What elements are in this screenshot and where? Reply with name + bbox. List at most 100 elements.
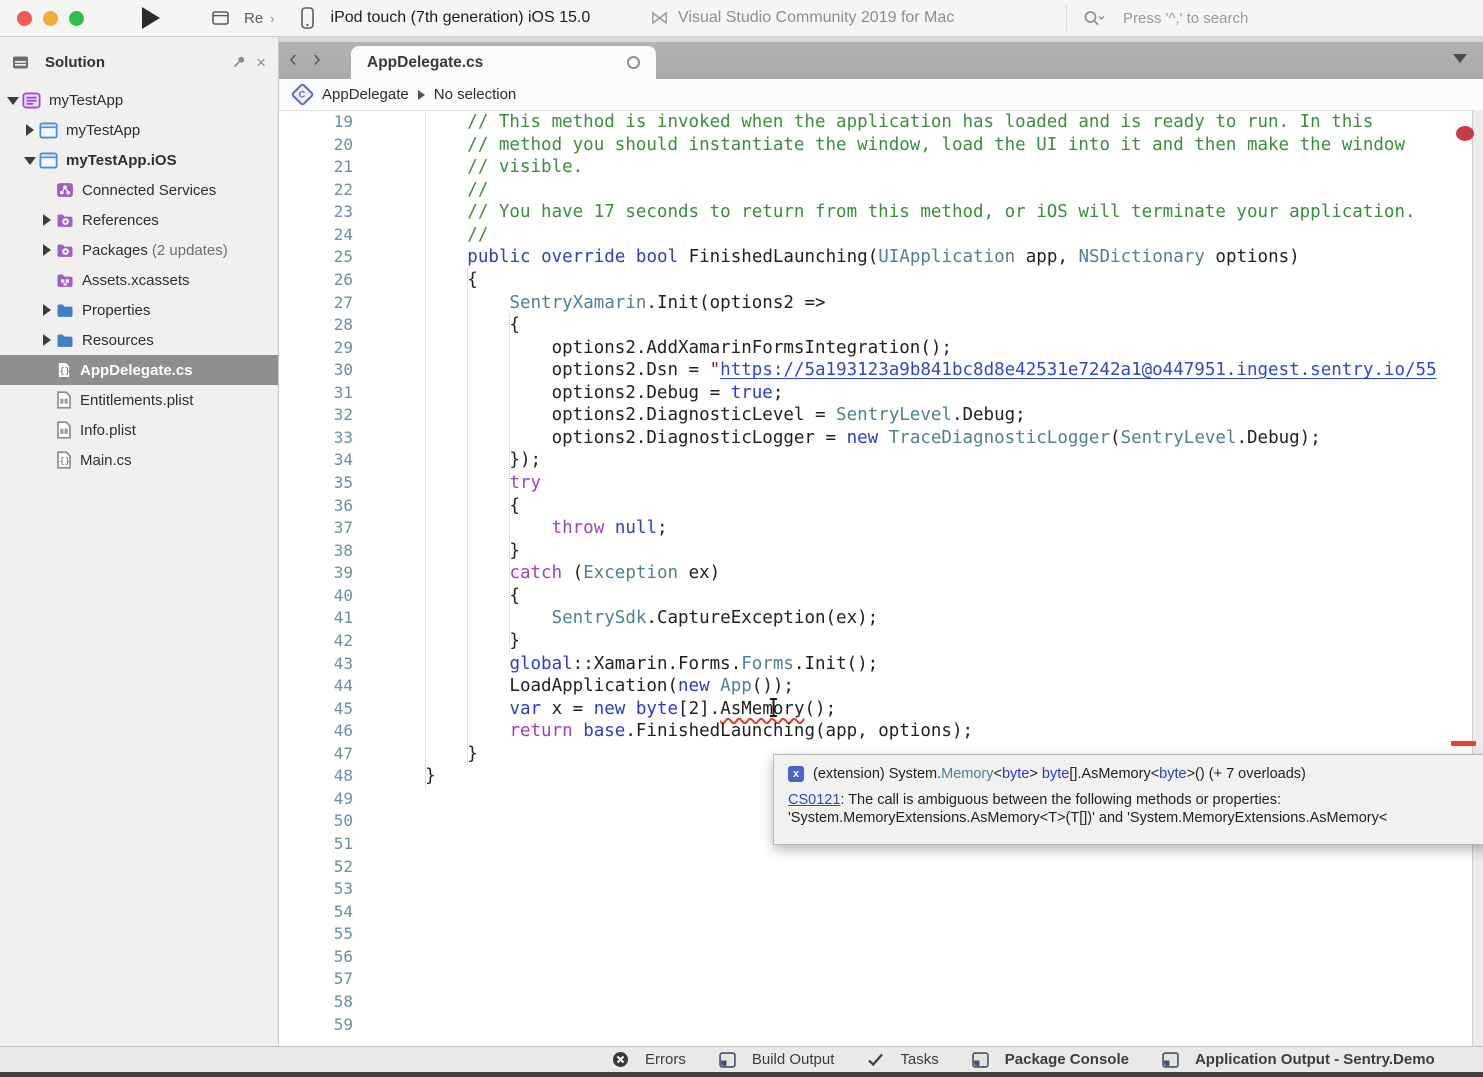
line-number[interactable]: 51: [279, 833, 353, 856]
code-line-41[interactable]: 41 SentrySdk.CaptureException(ex);: [279, 607, 1483, 630]
sidebar-item-properties[interactable]: Properties: [0, 295, 278, 325]
code-line-37[interactable]: 37 throw null;: [279, 517, 1483, 540]
code-line-45[interactable]: 45 var x = new byte[2].AsMemory();: [279, 698, 1483, 721]
line-number[interactable]: 32: [279, 404, 353, 427]
code-line-23[interactable]: 23 // You have 17 seconds to return from…: [279, 201, 1483, 224]
tab-list-dropdown-icon[interactable]: [1453, 54, 1467, 63]
line-number[interactable]: 57: [279, 968, 353, 991]
line-number[interactable]: 53: [279, 878, 353, 901]
breadcrumb-scope[interactable]: AppDelegate: [322, 86, 409, 103]
code-line-28[interactable]: 28 {: [279, 314, 1483, 337]
line-number[interactable]: 42: [279, 630, 353, 653]
sidebar-item-assets-xcassets[interactable]: Assets.xcassets: [0, 265, 278, 295]
navigate-forward-icon[interactable]: ›: [313, 44, 321, 74]
line-number[interactable]: 55: [279, 923, 353, 946]
line-number[interactable]: 33: [279, 427, 353, 450]
zoom-window-icon[interactable]: [69, 11, 84, 26]
line-number[interactable]: 37: [279, 517, 353, 540]
line-number[interactable]: 34: [279, 449, 353, 472]
code-line-27[interactable]: 27 SentryXamarin.Init(options2 =>: [279, 292, 1483, 315]
code-line-40[interactable]: 40 {: [279, 585, 1483, 608]
line-number[interactable]: 24: [279, 224, 353, 247]
code-line-59[interactable]: 59: [279, 1014, 1483, 1037]
minimize-window-icon[interactable]: [43, 11, 58, 26]
line-number[interactable]: 22: [279, 179, 353, 202]
line-number[interactable]: 48: [279, 765, 353, 788]
code-line-19[interactable]: 19 // This method is invoked when the ap…: [279, 111, 1483, 134]
code-line-54[interactable]: 54: [279, 901, 1483, 924]
code-line-36[interactable]: 36 {: [279, 495, 1483, 518]
code-line-33[interactable]: 33 options2.DiagnosticLogger = new Trace…: [279, 427, 1483, 450]
code-editor[interactable]: 19 // This method is invoked when the ap…: [279, 111, 1483, 1046]
code-line-26[interactable]: 26 {: [279, 269, 1483, 292]
code-line-38[interactable]: 38 }: [279, 540, 1483, 563]
line-number[interactable]: 52: [279, 856, 353, 879]
code-line-39[interactable]: 39 catch (Exception ex): [279, 562, 1483, 585]
tab-appdelegate[interactable]: AppDelegate.cs: [351, 46, 656, 79]
code-line-56[interactable]: 56: [279, 946, 1483, 969]
line-number[interactable]: 40: [279, 585, 353, 608]
line-number[interactable]: 49: [279, 788, 353, 811]
line-number[interactable]: 27: [279, 292, 353, 315]
sidebar-item-references[interactable]: References: [0, 205, 278, 235]
line-number[interactable]: 58: [279, 991, 353, 1014]
navigate-back-icon[interactable]: ‹: [289, 44, 297, 74]
code-line-20[interactable]: 20 // method you should instantiate the …: [279, 134, 1483, 157]
build-configuration-selector[interactable]: Re ›: [212, 10, 275, 27]
line-number[interactable]: 28: [279, 314, 353, 337]
breadcrumb-selection[interactable]: No selection: [434, 86, 517, 103]
code-line-53[interactable]: 53: [279, 878, 1483, 901]
pin-icon[interactable]: [232, 55, 246, 69]
code-line-24[interactable]: 24 //: [279, 224, 1483, 247]
code-line-30[interactable]: 30 options2.Dsn = "https://5a193123a9b84…: [279, 359, 1483, 382]
line-number[interactable]: 45: [279, 698, 353, 721]
code-line-25[interactable]: 25 public override bool FinishedLaunchin…: [279, 246, 1483, 269]
line-number[interactable]: 20: [279, 134, 353, 157]
line-number[interactable]: 35: [279, 472, 353, 495]
line-number[interactable]: 23: [279, 201, 353, 224]
global-search-field[interactable]: Press '^,' to search: [1066, 5, 1483, 31]
code-line-42[interactable]: 42 }: [279, 630, 1483, 653]
sidebar-item-entitlements-plist[interactable]: Entitlements.plist: [0, 385, 278, 415]
code-line-32[interactable]: 32 options2.DiagnosticLevel = SentryLeve…: [279, 404, 1483, 427]
sidebar-item-packages[interactable]: Packages(2 updates): [0, 235, 278, 265]
sidebar-item-mytestapp-ios[interactable]: myTestApp.iOS: [0, 145, 278, 175]
line-number[interactable]: 19: [279, 111, 353, 134]
code-line-31[interactable]: 31 options2.Debug = true;: [279, 382, 1483, 405]
line-number[interactable]: 41: [279, 607, 353, 630]
sidebar-item-resources[interactable]: Resources: [0, 325, 278, 355]
sidebar-item-info-plist[interactable]: Info.plist: [0, 415, 278, 445]
code-line-46[interactable]: 46 return base.FinishedLaunching(app, op…: [279, 720, 1483, 743]
sidebar-item-main-cs[interactable]: {}Main.cs: [0, 445, 278, 475]
bottom-tab-build-output[interactable]: Build Output: [719, 1051, 835, 1068]
line-number[interactable]: 31: [279, 382, 353, 405]
line-number[interactable]: 36: [279, 495, 353, 518]
line-number[interactable]: 39: [279, 562, 353, 585]
line-number[interactable]: 47: [279, 743, 353, 766]
line-number[interactable]: 56: [279, 946, 353, 969]
sidebar-item-mytestapp[interactable]: myTestApp: [0, 85, 278, 115]
line-number[interactable]: 44: [279, 675, 353, 698]
run-button[interactable]: [142, 7, 160, 29]
line-number[interactable]: 26: [279, 269, 353, 292]
line-number[interactable]: 29: [279, 337, 353, 360]
line-number[interactable]: 30: [279, 359, 353, 382]
line-number[interactable]: 21: [279, 156, 353, 179]
code-line-43[interactable]: 43 global::Xamarin.Forms.Forms.Init();: [279, 653, 1483, 676]
line-number[interactable]: 25: [279, 246, 353, 269]
code-line-29[interactable]: 29 options2.AddXamarinFormsIntegration()…: [279, 337, 1483, 360]
code-line-34[interactable]: 34 });: [279, 449, 1483, 472]
line-number[interactable]: 54: [279, 901, 353, 924]
code-line-44[interactable]: 44 LoadApplication(new App());: [279, 675, 1483, 698]
close-window-icon[interactable]: [17, 11, 32, 26]
editor-scrollbar[interactable]: [1472, 110, 1483, 1046]
sidebar-item-mytestapp[interactable]: myTestApp: [0, 115, 278, 145]
sidebar-item-connected-services[interactable]: Connected Services: [0, 175, 278, 205]
code-line-21[interactable]: 21 // visible.: [279, 156, 1483, 179]
line-number[interactable]: 59: [279, 1014, 353, 1037]
bottom-tab-application-output-sentry-demo[interactable]: Application Output - Sentry.Demo: [1162, 1051, 1435, 1068]
code-line-58[interactable]: 58: [279, 991, 1483, 1014]
code-line-57[interactable]: 57: [279, 968, 1483, 991]
sidebar-item-appdelegate-cs[interactable]: {}AppDelegate.cs: [0, 355, 278, 385]
line-number[interactable]: 43: [279, 653, 353, 676]
